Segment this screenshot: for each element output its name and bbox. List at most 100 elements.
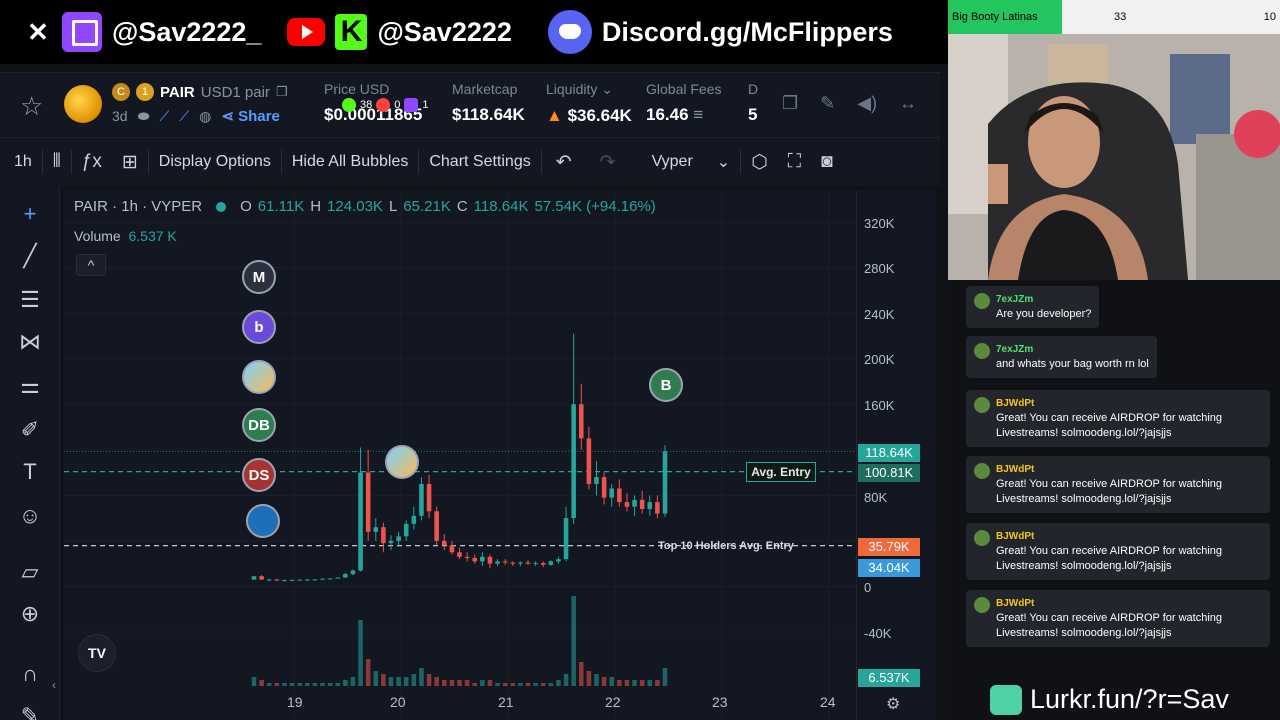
volume-bar — [548, 683, 554, 686]
hide-bubbles-button[interactable]: Hide All Bubbles — [282, 138, 419, 186]
link-icon[interactable]: ⟋ — [179, 108, 189, 125]
candle-body — [502, 561, 508, 563]
fullscreen-icon[interactable]: ⛶ — [778, 138, 811, 186]
edit-icon[interactable]: ✎ — [820, 93, 835, 114]
volume-tag: 6.537K — [858, 669, 920, 687]
volume-bar — [464, 680, 470, 686]
volume-bar — [624, 680, 630, 686]
volume-bar — [662, 668, 668, 686]
volume-bar — [335, 683, 341, 686]
candle-body — [594, 477, 599, 484]
text-icon[interactable]: T — [16, 458, 44, 486]
low-tag: 34.04K — [858, 559, 920, 577]
volume-bar — [639, 680, 645, 686]
pair-header: ☆ C 1 PAIR USD1 pair ❐ 3d ⬬ ⟋ ⟋ ◍ ⋖ Shar… — [0, 72, 940, 138]
candle-body — [343, 573, 348, 578]
bubble-m[interactable]: M — [242, 260, 276, 294]
discord-logo-icon — [547, 10, 592, 54]
zoom-icon[interactable]: ⊕ — [16, 600, 44, 628]
indicators-icon[interactable]: ƒx — [72, 138, 112, 186]
date-tick: 22 — [605, 694, 621, 710]
stat-global-fees: Global Fees 16.46 ≡ — [646, 81, 722, 124]
bubble-bird[interactable] — [246, 504, 280, 538]
candle-body — [251, 576, 257, 580]
chat-message: BJWdPt Great! You can receive AIRDROP fo… — [966, 590, 1270, 647]
interval-button[interactable]: 1h — [0, 138, 42, 186]
tradingview-logo[interactable]: TV — [78, 634, 116, 672]
trendline-icon[interactable]: ╱ — [16, 242, 44, 270]
crosshair-icon[interactable]: + — [16, 200, 44, 228]
ohlc-legend: PAIR · 1h · VYPER O 61.11K H 124.03K L 65.2… — [74, 198, 656, 215]
lurkr-banner: Lurkr.fun/?r=Sav — [990, 684, 1229, 715]
bubble-image[interactable] — [242, 360, 276, 394]
candle-body — [556, 559, 561, 562]
fib-icon[interactable]: ☰ — [16, 286, 44, 314]
buy-marker[interactable]: B — [649, 368, 683, 402]
stat-liquidity[interactable]: Liquidity ⌄ ▲ $36.64K — [546, 81, 632, 126]
globe-icon[interactable]: ◍ — [199, 108, 211, 125]
volume-bar — [434, 677, 439, 686]
star-icon[interactable]: ☆ — [20, 91, 43, 122]
expand-icon[interactable]: ↔ — [899, 93, 917, 114]
date-tick: 19 — [287, 694, 303, 710]
candle-body — [525, 562, 531, 564]
candles-icon[interactable]: ⫴ — [43, 138, 71, 186]
volume-bar — [655, 680, 660, 686]
feather-icon[interactable]: ⟋ — [160, 108, 170, 125]
magnet-icon[interactable]: ∩ — [16, 660, 44, 688]
emoji-icon[interactable]: ☺ — [16, 502, 44, 530]
coin-badge-icon: C — [112, 83, 130, 101]
price-chart[interactable] — [64, 190, 856, 720]
ruler-icon[interactable]: ▱ — [16, 558, 44, 586]
pattern-icon[interactable]: ⋈ — [16, 328, 44, 356]
volume-bar — [289, 683, 295, 686]
bubble-db[interactable]: DB — [242, 408, 276, 442]
chat-avatar — [974, 293, 990, 309]
chat-username: 7exJZm — [996, 294, 1034, 305]
goal-progress: 33 10 — [1062, 0, 1280, 34]
candle-body — [396, 536, 401, 541]
volume-bar — [594, 674, 599, 686]
chart-pane[interactable] — [64, 190, 856, 720]
copy-icon[interactable]: ❐ — [276, 84, 288, 100]
twitch-small-icon — [404, 98, 419, 112]
camera-icon[interactable]: ◙ — [811, 138, 842, 186]
webcam-image — [948, 34, 1280, 280]
axis-settings-icon[interactable]: ⚙ — [886, 694, 900, 714]
bubble-ds[interactable]: DS — [242, 458, 276, 492]
duplicate-icon[interactable]: ❐ — [782, 93, 798, 114]
bubble-image-2[interactable] — [385, 445, 419, 479]
volume-bar — [609, 677, 615, 686]
position-icon[interactable]: ⚌ — [16, 372, 44, 400]
top10-entry-tag: 35.79K — [858, 538, 920, 556]
settings-icon[interactable]: ⬡ — [741, 138, 778, 186]
volume-bar — [282, 683, 287, 686]
chart-settings-button[interactable]: Chart Settings — [419, 138, 540, 186]
collapse-legend-button[interactable]: ^ — [76, 254, 106, 276]
candle-body — [510, 562, 516, 564]
display-options-button[interactable]: Display Options — [149, 138, 281, 186]
chat-text: Great! You can receive AIRDROP for watch… — [996, 412, 1223, 439]
pencil-icon[interactable]: ✎ — [16, 702, 44, 720]
live-dot-icon — [216, 201, 227, 212]
chat-avatar — [974, 463, 990, 479]
chat-avatar — [974, 397, 990, 413]
provider-select[interactable]: Vyper ⌄ — [630, 138, 741, 186]
webcam-feed — [948, 34, 1280, 280]
volume-icon[interactable]: ◀) — [857, 93, 877, 114]
bubble-b[interactable]: b — [242, 310, 276, 344]
templates-icon[interactable]: ⊞ — [112, 138, 148, 186]
candle-body — [434, 511, 439, 541]
volume-bar — [251, 677, 257, 686]
volume-bar — [510, 683, 516, 686]
chat-text: Are you developer? — [996, 308, 1092, 320]
brush-icon[interactable]: ✐ — [16, 416, 44, 444]
scroll-left-icon[interactable]: ‹ — [52, 678, 56, 692]
volume-bar — [601, 677, 607, 686]
last-price-tag: 118.64K — [858, 444, 920, 462]
chat-username: BJWdPt — [996, 398, 1035, 409]
redo-icon[interactable]: ↷ — [586, 138, 630, 186]
candle-body — [304, 579, 310, 581]
share-button[interactable]: ⋖ Share — [221, 107, 279, 125]
undo-icon[interactable]: ↶ — [542, 138, 586, 186]
